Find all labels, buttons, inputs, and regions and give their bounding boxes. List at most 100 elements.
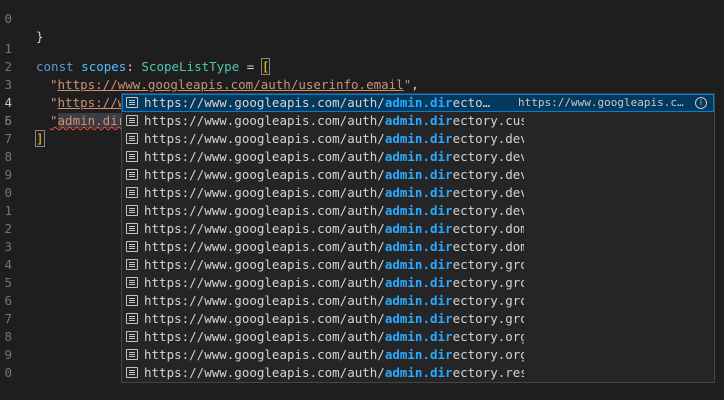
- suggestion-prefix: https://www.googleapis.com/auth/: [144, 185, 385, 200]
- suggestion-item[interactable]: https://www.googleapis.com/auth/admin.di…: [122, 364, 714, 382]
- suggestion-item[interactable]: https://www.googleapis.com/auth/admin.di…: [122, 220, 714, 238]
- suggestion-rest: ectory.group.readonly: [452, 311, 524, 326]
- suggestion-item[interactable]: https://www.googleapis.com/auth/admin.di…: [122, 184, 714, 202]
- suggestion-match: admin.dir: [384, 365, 453, 380]
- text-lines-icon: [126, 277, 138, 288]
- text-lines-icon: [126, 223, 138, 234]
- line-number: 8: [4, 329, 12, 344]
- line-number: 0: [4, 185, 12, 200]
- suggestion-prefix: https://www.googleapis.com/auth/: [144, 167, 385, 182]
- suggestion-rest: ectory.device.mobile: [452, 167, 524, 182]
- suggestion-rest: ectory.group: [452, 257, 524, 272]
- text-lines-icon: [126, 97, 138, 108]
- text-lines-icon: [126, 295, 138, 306]
- suggestion-item[interactable]: https://www.googleapis.com/auth/admin.di…: [122, 328, 714, 346]
- suggestion-match: admin.dir: [384, 311, 453, 326]
- editor-line: 0 }: [0, 0, 724, 44]
- text-lines-icon: [126, 259, 138, 270]
- suggestion-label: https://www.googleapis.com/auth/admin.di…: [144, 328, 524, 346]
- suggestion-label: https://www.googleapis.com/auth/admin.di…: [144, 310, 524, 328]
- line-number: 9: [4, 347, 12, 362]
- text-lines-icon: [126, 331, 138, 342]
- suggestion-item[interactable]: https://www.googleapis.com/auth/admin.di…: [122, 112, 714, 130]
- suggestion-prefix: https://www.googleapis.com/auth/: [144, 257, 385, 272]
- suggestion-match: admin.dir: [384, 149, 453, 164]
- suggestion-item[interactable]: https://www.googleapis.com/auth/admin.di…: [122, 274, 714, 292]
- text-lines-icon: [126, 313, 138, 324]
- line-number: 7: [4, 311, 12, 326]
- suggestion-rest: ectory.orgunit.readonly: [452, 347, 524, 362]
- suggestion-match: admin.dir: [384, 239, 453, 254]
- suggestion-detail: https://www.googleapis.co…: [518, 96, 686, 109]
- editor-line: 1 const scopes: ScopeListType = [: [0, 22, 724, 75]
- suggestion-label: https://www.googleapis.com/auth/admin.di…: [144, 202, 524, 220]
- suggestion-label: https://www.googleapis.com/auth/admin.di…: [144, 256, 524, 274]
- suggestion-rest: ectory.device.chromeos: [452, 131, 524, 146]
- suggestion-match: admin.dir: [384, 257, 453, 272]
- suggestion-item[interactable]: https://www.googleapis.com/auth/admin.di…: [122, 166, 714, 184]
- suggestion-label: https://www.googleapis.com/auth/admin.di…: [144, 94, 492, 112]
- autocomplete-suggest-widget[interactable]: https://www.googleapis.com/auth/admin.di…: [121, 93, 715, 383]
- suggestion-prefix: https://www.googleapis.com/auth/: [144, 95, 385, 110]
- suggestion-prefix: https://www.googleapis.com/auth/: [144, 347, 385, 362]
- suggestion-item[interactable]: https://www.googleapis.com/auth/admin.di…: [122, 238, 714, 256]
- suggestion-item[interactable]: https://www.googleapis.com/auth/admin.di…: [122, 256, 714, 274]
- line-number: 7: [4, 131, 12, 146]
- suggestion-label: https://www.googleapis.com/auth/admin.di…: [144, 292, 524, 310]
- text-lines-icon: [126, 169, 138, 180]
- editor-line: 2 "https://www.googleapis.com/auth/useri…: [0, 40, 724, 92]
- suggestion-label: https://www.googleapis.com/auth/admin.di…: [144, 346, 524, 364]
- suggestion-rest: ectory.group.member.readonly: [452, 293, 524, 308]
- suggestion-label: https://www.googleapis.com/auth/admin.di…: [144, 130, 524, 148]
- text-lines-icon: [126, 187, 138, 198]
- suggestion-rest: ectory…: [452, 95, 492, 110]
- suggestion-prefix: https://www.googleapis.com/auth/: [144, 149, 385, 164]
- text-lines-icon: [126, 133, 138, 144]
- suggestion-rest: ectory.device.chromeos.readonly: [452, 149, 524, 164]
- text-lines-icon: [126, 241, 138, 252]
- editor-line: 3 "https://www.googleapis.com/auth/useri…: [0, 58, 724, 110]
- suggestion-match: admin.dir: [384, 185, 453, 200]
- suggestion-match: admin.dir: [384, 275, 453, 290]
- suggestion-match: admin.dir: [384, 167, 453, 182]
- suggestion-item[interactable]: https://www.googleapis.com/auth/admin.di…: [122, 130, 714, 148]
- suggestion-rest: ectory.resource.calendar: [452, 365, 524, 380]
- line-number: 4: [4, 257, 12, 272]
- suggestion-item-focused[interactable]: https://www.googleapis.com/auth/admin.di…: [122, 94, 714, 112]
- suggestion-item[interactable]: https://www.googleapis.com/auth/admin.di…: [122, 202, 714, 220]
- suggestion-rest: ectory.domain: [452, 221, 524, 236]
- suggestion-label: https://www.googleapis.com/auth/admin.di…: [144, 238, 524, 256]
- suggestion-item[interactable]: https://www.googleapis.com/auth/admin.di…: [122, 292, 714, 310]
- editor-line-active: 4 "admin.dir": [0, 76, 724, 129]
- line-number: 6: [4, 113, 12, 128]
- suggestion-label: https://www.googleapis.com/auth/admin.di…: [144, 220, 524, 238]
- suggestion-label: https://www.googleapis.com/auth/admin.di…: [144, 184, 524, 202]
- suggestion-rest: ectory.device.mobile.action: [452, 185, 524, 200]
- suggestion-label: https://www.googleapis.com/auth/admin.di…: [144, 364, 524, 382]
- text-lines-icon: [126, 349, 138, 360]
- suggestion-label: https://www.googleapis.com/auth/admin.di…: [144, 112, 524, 130]
- line-number: 2: [4, 221, 12, 236]
- suggestion-match: admin.dir: [384, 329, 453, 344]
- suggestion-item[interactable]: https://www.googleapis.com/auth/admin.di…: [122, 346, 714, 364]
- suggestion-match: admin.dir: [384, 293, 453, 308]
- line-number: 1: [4, 203, 12, 218]
- suggestion-label: https://www.googleapis.com/auth/admin.di…: [144, 166, 524, 184]
- suggestion-item[interactable]: https://www.googleapis.com/auth/admin.di…: [122, 310, 714, 328]
- info-icon[interactable]: i: [695, 97, 707, 109]
- suggestion-item[interactable]: https://www.googleapis.com/auth/admin.di…: [122, 148, 714, 166]
- suggestion-match: admin.dir: [384, 221, 453, 236]
- line-number: 0: [4, 365, 12, 380]
- suggestion-prefix: https://www.googleapis.com/auth/: [144, 221, 385, 236]
- suggestion-rest: ectory.customer.readonly: [452, 113, 524, 128]
- text-lines-icon: [126, 151, 138, 162]
- suggestion-prefix: https://www.googleapis.com/auth/: [144, 131, 385, 146]
- line-number: 6: [4, 293, 12, 308]
- text-lines-icon: [126, 205, 138, 216]
- suggestion-prefix: https://www.googleapis.com/auth/: [144, 203, 385, 218]
- suggestion-rest: ectory.device.mobile.readonly: [452, 203, 524, 218]
- line-number: 8: [4, 149, 12, 164]
- suggestion-rest: ectory.group.member: [452, 275, 524, 290]
- suggestion-match: admin.dir: [384, 113, 453, 128]
- suggestion-prefix: https://www.googleapis.com/auth/: [144, 275, 385, 290]
